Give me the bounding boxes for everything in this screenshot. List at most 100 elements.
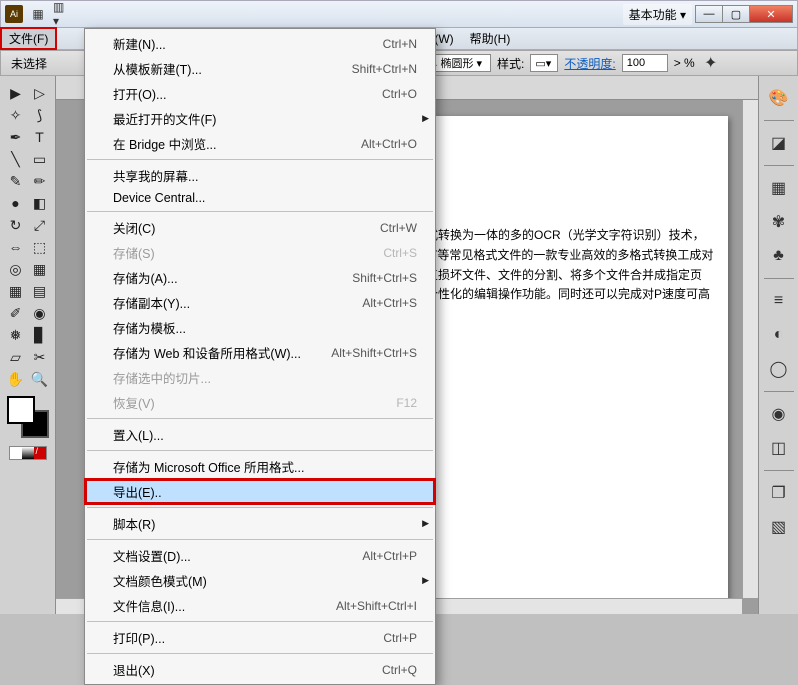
menu-item-label: 打印(P)...	[113, 628, 165, 647]
menu-item-shortcut: Ctrl+O	[382, 87, 417, 101]
menu-item[interactable]: 存储为 Web 和设备所用格式(W)... Alt+Shift+Ctrl+S	[85, 340, 435, 365]
menu-item-label: 恢复(V)	[113, 393, 155, 412]
prefs-icon[interactable]: ✦	[701, 53, 721, 73]
menu-item[interactable]: 存储为 Microsoft Office 所用格式...	[85, 454, 435, 479]
color-guide-panel-icon[interactable]: ◪	[765, 129, 793, 157]
stroke-profile: 椭圆形 ▾	[440, 55, 482, 71]
window-close-button[interactable]: ✕	[749, 5, 793, 23]
menu-item[interactable]: 从模板新建(T)...Shift+Ctrl+N	[85, 56, 435, 81]
eyedropper-tool-icon[interactable]: ✐	[4, 302, 28, 324]
menu-item[interactable]: 打印(P)...Ctrl+P	[85, 625, 435, 650]
pen-tool-icon[interactable]: ✒	[4, 126, 28, 148]
menu-item-shortcut: Ctrl+W	[380, 221, 417, 235]
title-bar: Ai ▦ ▥ ▾ 基本功能 ▾ — ▢ ✕	[0, 0, 798, 28]
artboards-panel-icon[interactable]: ▧	[765, 513, 793, 541]
pencil-tool-icon[interactable]: ✏	[28, 170, 52, 192]
lasso-tool-icon[interactable]: ⟆	[28, 104, 52, 126]
magic-wand-tool-icon[interactable]: ✧	[4, 104, 28, 126]
menu-item-label: 导出(E)..	[113, 482, 162, 501]
menu-separator	[87, 653, 433, 654]
line-tool-icon[interactable]: ╲	[4, 148, 28, 170]
free-transform-tool-icon[interactable]: ⬚	[28, 236, 52, 258]
color-panel-icon[interactable]: 🎨	[765, 84, 793, 112]
width-tool-icon[interactable]: ⇔	[4, 236, 28, 258]
perspective-tool-icon[interactable]: ▦	[28, 258, 52, 280]
menu-item[interactable]: 存储为(A)...Shift+Ctrl+S	[85, 265, 435, 290]
menu-item[interactable]: 存储副本(Y)...Alt+Ctrl+S	[85, 290, 435, 315]
graphic-styles-panel-icon[interactable]: ◫	[765, 434, 793, 462]
bridge-icon[interactable]: ▦	[29, 5, 47, 23]
paintbrush-tool-icon[interactable]: ✎	[4, 170, 28, 192]
zoom-tool-icon[interactable]: 🔍	[28, 368, 52, 390]
menu-item-label: 存储(S)	[113, 243, 155, 262]
blob-brush-tool-icon[interactable]: ●	[4, 192, 28, 214]
arrange-icon[interactable]: ▥ ▾	[53, 5, 71, 23]
menu-item[interactable]: 文档设置(D)...Alt+Ctrl+P	[85, 543, 435, 568]
menu-item-label: 文件信息(I)...	[113, 596, 185, 615]
menu-item[interactable]: 打开(O)...Ctrl+O	[85, 81, 435, 106]
menu-item[interactable]: 脚本(R)	[85, 511, 435, 536]
rotate-tool-icon[interactable]: ↻	[4, 214, 28, 236]
menu-item[interactable]: 文件信息(I)... Alt+Shift+Ctrl+I	[85, 593, 435, 618]
hand-tool-icon[interactable]: ✋	[4, 368, 28, 390]
blend-tool-icon[interactable]: ◉	[28, 302, 52, 324]
symbol-sprayer-tool-icon[interactable]: ❅	[4, 324, 28, 346]
menu-item[interactable]: 关闭(C)Ctrl+W	[85, 215, 435, 240]
menu-item-label: 共享我的屏幕...	[113, 166, 198, 185]
slice-tool-icon[interactable]: ✂	[28, 346, 52, 368]
layers-panel-icon[interactable]: ❐	[765, 479, 793, 507]
artboard-tool-icon[interactable]: ▱	[4, 346, 28, 368]
direct-selection-tool-icon[interactable]: ▷	[28, 82, 52, 104]
color-mode-strip[interactable]: /	[9, 446, 47, 460]
menu-item-shortcut: Alt+Shift+Ctrl+I	[336, 599, 417, 613]
appearance-panel-icon[interactable]: ◉	[765, 400, 793, 428]
menu-item-shortcut: Alt+Ctrl+O	[361, 137, 417, 151]
stroke-panel-icon[interactable]: ≡	[765, 287, 793, 315]
menu-item[interactable]: 存储为模板...	[85, 315, 435, 340]
menu-item[interactable]: 新建(N)...Ctrl+N	[85, 31, 435, 56]
menu-item[interactable]: 在 Bridge 中浏览...Alt+Ctrl+O	[85, 131, 435, 156]
menu-item-label: 从模板新建(T)...	[113, 59, 202, 78]
menu-item-label: 存储副本(Y)...	[113, 293, 190, 312]
swatches-panel-icon[interactable]: ▦	[765, 174, 793, 202]
gradient-panel-icon[interactable]: ◐	[765, 321, 793, 349]
workspace-switcher[interactable]: 基本功能 ▾	[623, 4, 692, 25]
selection-tool-icon[interactable]: ▶	[4, 82, 28, 104]
menu-item-label: 存储为 Web 和设备所用格式(W)...	[113, 343, 301, 362]
menu-item[interactable]: 最近打开的文件(F)	[85, 106, 435, 131]
menu-item-shortcut: Ctrl+S	[383, 246, 417, 260]
shape-builder-tool-icon[interactable]: ◎	[4, 258, 28, 280]
menu-item[interactable]: 导出(E)..	[85, 479, 435, 504]
window-minimize-button[interactable]: —	[695, 5, 723, 23]
type-tool-icon[interactable]: T	[28, 126, 52, 148]
file-menu-dropdown: 新建(N)...Ctrl+N从模板新建(T)...Shift+Ctrl+N打开(…	[84, 28, 436, 685]
window-maximize-button[interactable]: ▢	[722, 5, 750, 23]
menu-item-label: 置入(L)...	[113, 425, 164, 444]
menu-item[interactable]: Device Central...	[85, 188, 435, 208]
menu-item[interactable]: 退出(X)Ctrl+Q	[85, 657, 435, 682]
gradient-tool-icon[interactable]: ▤	[28, 280, 52, 302]
menu-file[interactable]: 文件(F)	[1, 28, 56, 49]
fill-stroke-control[interactable]	[7, 396, 49, 438]
graph-tool-icon[interactable]: ▊	[28, 324, 52, 346]
scale-tool-icon[interactable]: ⤢	[28, 214, 52, 236]
menu-item-label: 存储为 Microsoft Office 所用格式...	[113, 457, 304, 476]
menu-item[interactable]: 置入(L)...	[85, 422, 435, 447]
transparency-panel-icon[interactable]: ◯	[765, 355, 793, 383]
menu-item: 存储选中的切片...	[85, 365, 435, 390]
menu-item[interactable]: 共享我的屏幕...	[85, 163, 435, 188]
fill-swatch[interactable]	[7, 396, 35, 424]
menu-help[interactable]: 帮助(H)	[462, 28, 519, 49]
opacity-label[interactable]: 不透明度:	[564, 55, 615, 72]
vertical-scrollbar[interactable]	[742, 100, 758, 598]
eraser-tool-icon[interactable]: ◧	[28, 192, 52, 214]
menu-item[interactable]: 文档颜色模式(M)	[85, 568, 435, 593]
brushes-panel-icon[interactable]: ✾	[765, 208, 793, 236]
opacity-field[interactable]: 100	[622, 54, 668, 72]
menu-item-shortcut: F12	[396, 396, 417, 410]
rectangle-tool-icon[interactable]: ▭	[28, 148, 52, 170]
menu-item-shortcut: Alt+Shift+Ctrl+S	[331, 346, 417, 360]
symbols-panel-icon[interactable]: ♣	[765, 242, 793, 270]
mesh-tool-icon[interactable]: ▦	[4, 280, 28, 302]
style-swatch[interactable]: ▭▾	[530, 54, 558, 72]
